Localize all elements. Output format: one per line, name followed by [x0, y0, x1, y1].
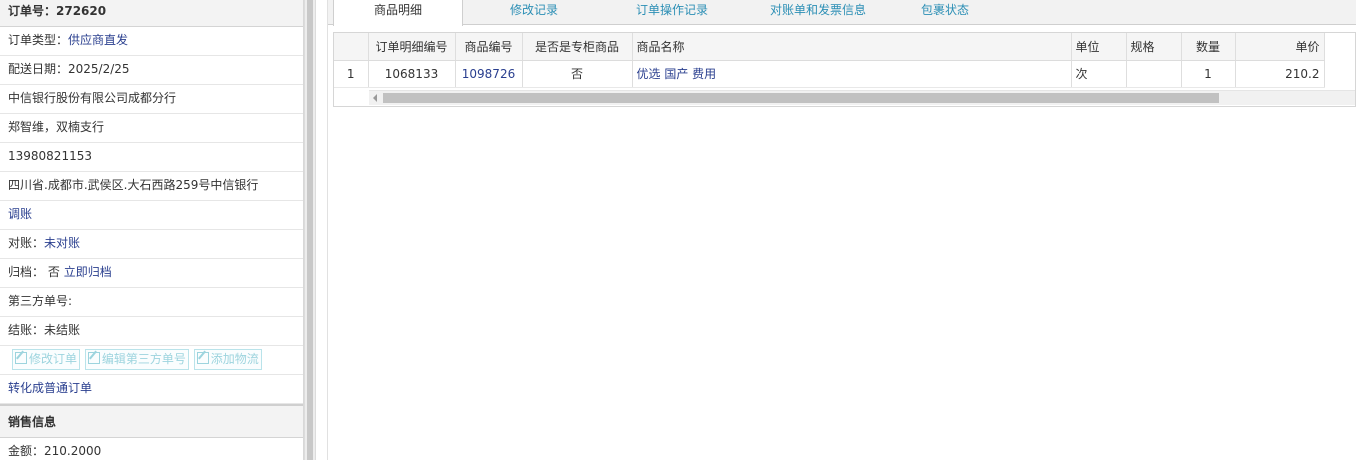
- col-header-unit-price[interactable]: 单价: [1235, 33, 1325, 61]
- add-logistics-label: 添加物流: [210, 352, 259, 366]
- col-header-index: [334, 33, 369, 61]
- adjust-link[interactable]: 调账: [8, 207, 32, 221]
- delivery-date-row: 配送日期：2025/2/25: [0, 56, 303, 85]
- panel-gutter: [316, 0, 328, 460]
- third-party-row: 第三方单号:: [0, 288, 303, 317]
- order-info-panel: 订单号：272620 订单类型：供应商直发 配送日期：2025/2/25 中信银…: [0, 0, 304, 460]
- col-header-spec[interactable]: 规格: [1126, 33, 1182, 61]
- settlement-value: 未结账: [44, 323, 81, 337]
- tab-bar: 商品明细 修改记录 订单操作记录 对账单和发票信息 包裹状态: [328, 0, 1356, 26]
- col-header-detail-id[interactable]: 订单明细编号: [368, 33, 456, 61]
- edit-icon: [87, 352, 100, 364]
- add-logistics-button[interactable]: 添加物流: [193, 349, 262, 370]
- tab-reconciliation-invoice[interactable]: 对账单和发票信息: [748, 0, 888, 25]
- panel-scrollbar[interactable]: [304, 0, 316, 460]
- col-header-unit[interactable]: 单位: [1071, 33, 1127, 61]
- cell-unit: 次: [1071, 60, 1127, 88]
- product-detail-grid: 订单明细编号 商品编号 是否是专柜商品 商品名称 单位 规格 数量 单价 1 1…: [333, 32, 1356, 107]
- scrollbar-thumb[interactable]: [307, 0, 313, 460]
- tab-product-details[interactable]: 商品明细: [333, 0, 463, 26]
- table-header-row: 订单明细编号 商品编号 是否是专柜商品 商品名称 单位 规格 数量 单价: [334, 33, 1325, 61]
- cell-spec: [1126, 60, 1182, 88]
- edit-third-party-label: 编辑第三方单号: [101, 352, 186, 366]
- horizontal-scrollbar-thumb[interactable]: [383, 93, 1219, 103]
- cell-product-id[interactable]: 1098726: [455, 60, 523, 88]
- tab-modification-log[interactable]: 修改记录: [498, 0, 570, 25]
- cell-unit-price: 210.2: [1235, 60, 1325, 88]
- settlement-row: 结账：未结账: [0, 317, 303, 346]
- order-type-label: 订单类型：: [8, 33, 69, 47]
- reconciliation-value: 未对账: [44, 236, 81, 250]
- edit-icon: [15, 352, 27, 364]
- convert-order-link[interactable]: 转化成普通订单: [8, 381, 92, 395]
- cell-quantity: 1: [1181, 60, 1236, 88]
- company-row: 中信银行股份有限公司成都分行: [0, 85, 303, 114]
- archive-now-link[interactable]: 立即归档: [64, 265, 112, 279]
- col-header-product-id[interactable]: 商品编号: [455, 33, 523, 61]
- archive-label: 归档：: [8, 265, 45, 279]
- table-row[interactable]: 1 1068133 1098726 否 优选 国产 费用 次 1 210.2: [334, 60, 1325, 88]
- product-table: 订单明细编号 商品编号 是否是专柜商品 商品名称 单位 规格 数量 单价 1 1…: [334, 33, 1325, 88]
- horizontal-scrollbar[interactable]: [369, 90, 1355, 105]
- settlement-label: 结账：: [8, 323, 45, 337]
- col-header-product-name[interactable]: 商品名称: [632, 33, 1072, 61]
- edit-icon: [196, 352, 209, 364]
- order-type-row: 订单类型：供应商直发: [0, 27, 303, 56]
- col-header-quantity[interactable]: 数量: [1181, 33, 1236, 61]
- sales-info-header: 销售信息: [0, 404, 303, 438]
- cell-product-name[interactable]: 优选 国产 费用: [632, 60, 1072, 88]
- cell-counter-item: 否: [522, 60, 633, 88]
- edit-order-button[interactable]: 修改订单: [12, 349, 81, 370]
- address-row: 四川省.成都市.武侯区.大石西路259号中信银行: [0, 172, 303, 201]
- convert-row: 转化成普通订单: [0, 375, 303, 404]
- scroll-left-icon[interactable]: [373, 94, 377, 102]
- cell-detail-id: 1068133: [368, 60, 456, 88]
- archive-row: 归档： 否 立即归档: [0, 259, 303, 288]
- amount-row: 金额：210.2000: [0, 438, 303, 460]
- order-type-value: 供应商直发: [68, 33, 129, 47]
- detail-area: 商品明细 修改记录 订单操作记录 对账单和发票信息 包裹状态 订单明细编号 商品…: [328, 0, 1356, 460]
- reconciliation-row: 对账：未对账: [0, 230, 303, 259]
- action-buttons-row: 修改订单 编辑第三方单号 添加物流: [0, 346, 303, 375]
- adjust-row: 调账: [0, 201, 303, 230]
- edit-order-label: 修改订单: [29, 352, 78, 366]
- reconciliation-label: 对账：: [8, 236, 45, 250]
- phone-row: 13980821153: [0, 143, 303, 172]
- archive-value: 否: [47, 265, 60, 279]
- tab-operation-log[interactable]: 订单操作记录: [622, 0, 722, 25]
- order-number-header: 订单号：272620: [0, 0, 303, 27]
- tab-package-status[interactable]: 包裹状态: [910, 0, 980, 25]
- contact-row: 郑智维，双楠支行: [0, 114, 303, 143]
- col-header-counter-item[interactable]: 是否是专柜商品: [522, 33, 633, 61]
- cell-index: 1: [334, 60, 369, 88]
- edit-third-party-button[interactable]: 编辑第三方单号: [84, 349, 189, 370]
